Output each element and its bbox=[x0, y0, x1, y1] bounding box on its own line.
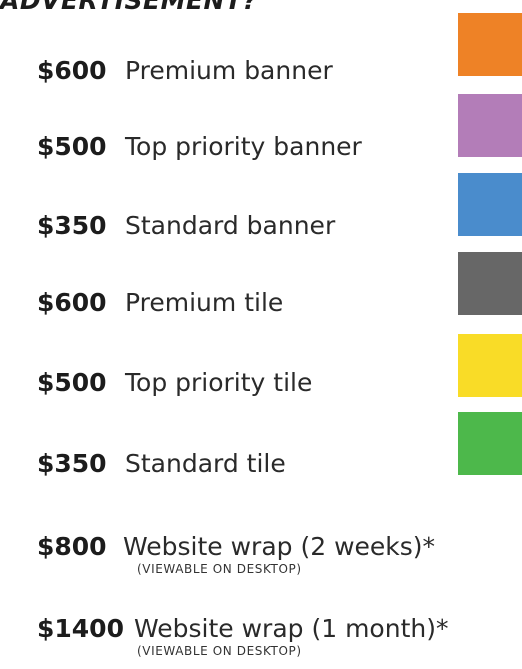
option-note: (VIEWABLE ON DESKTOP) bbox=[137, 644, 302, 658]
option-label: Website wrap (2 weeks)* bbox=[123, 532, 436, 561]
option-website-wrap-1-month: $1400 Website wrap (1 month)* (VIEWABLE … bbox=[37, 612, 457, 658]
option-price: $500 bbox=[37, 368, 107, 397]
option-price: $800 bbox=[37, 532, 107, 561]
option-price: $600 bbox=[37, 56, 107, 85]
option-price: $500 bbox=[37, 132, 107, 161]
option-label: Top priority banner bbox=[125, 132, 362, 161]
option-premium-tile: $600 Premium tile bbox=[37, 286, 457, 326]
option-price: $350 bbox=[37, 211, 107, 240]
swatch-top-priority-banner bbox=[458, 94, 522, 157]
swatch-standard-tile bbox=[458, 412, 522, 475]
option-standard-banner: $350 Standard banner bbox=[37, 209, 457, 249]
option-price: $350 bbox=[37, 449, 107, 478]
option-label: Premium tile bbox=[125, 288, 284, 317]
option-label: Standard tile bbox=[125, 449, 286, 478]
swatch-premium-tile bbox=[458, 252, 522, 315]
option-standard-tile: $350 Standard tile bbox=[37, 447, 457, 487]
swatch-top-priority-tile bbox=[458, 334, 522, 397]
option-top-priority-banner: $500 Top priority banner bbox=[37, 130, 457, 170]
option-label: Top priority tile bbox=[125, 368, 313, 397]
option-price: $1400 bbox=[37, 614, 124, 643]
option-label: Standard banner bbox=[125, 211, 336, 240]
swatch-premium-banner bbox=[458, 13, 522, 76]
swatch-standard-banner bbox=[458, 173, 522, 236]
option-premium-banner: $600 Premium banner bbox=[37, 54, 457, 94]
option-label: Premium banner bbox=[125, 56, 333, 85]
option-price: $600 bbox=[37, 288, 107, 317]
option-top-priority-tile: $500 Top priority tile bbox=[37, 366, 457, 406]
option-note: (VIEWABLE ON DESKTOP) bbox=[137, 562, 302, 576]
section-heading: ADVERTISEMENT? bbox=[0, 0, 258, 15]
option-label: Website wrap (1 month)* bbox=[134, 614, 449, 643]
option-website-wrap-2-weeks: $800 Website wrap (2 weeks)* (VIEWABLE O… bbox=[37, 530, 457, 576]
